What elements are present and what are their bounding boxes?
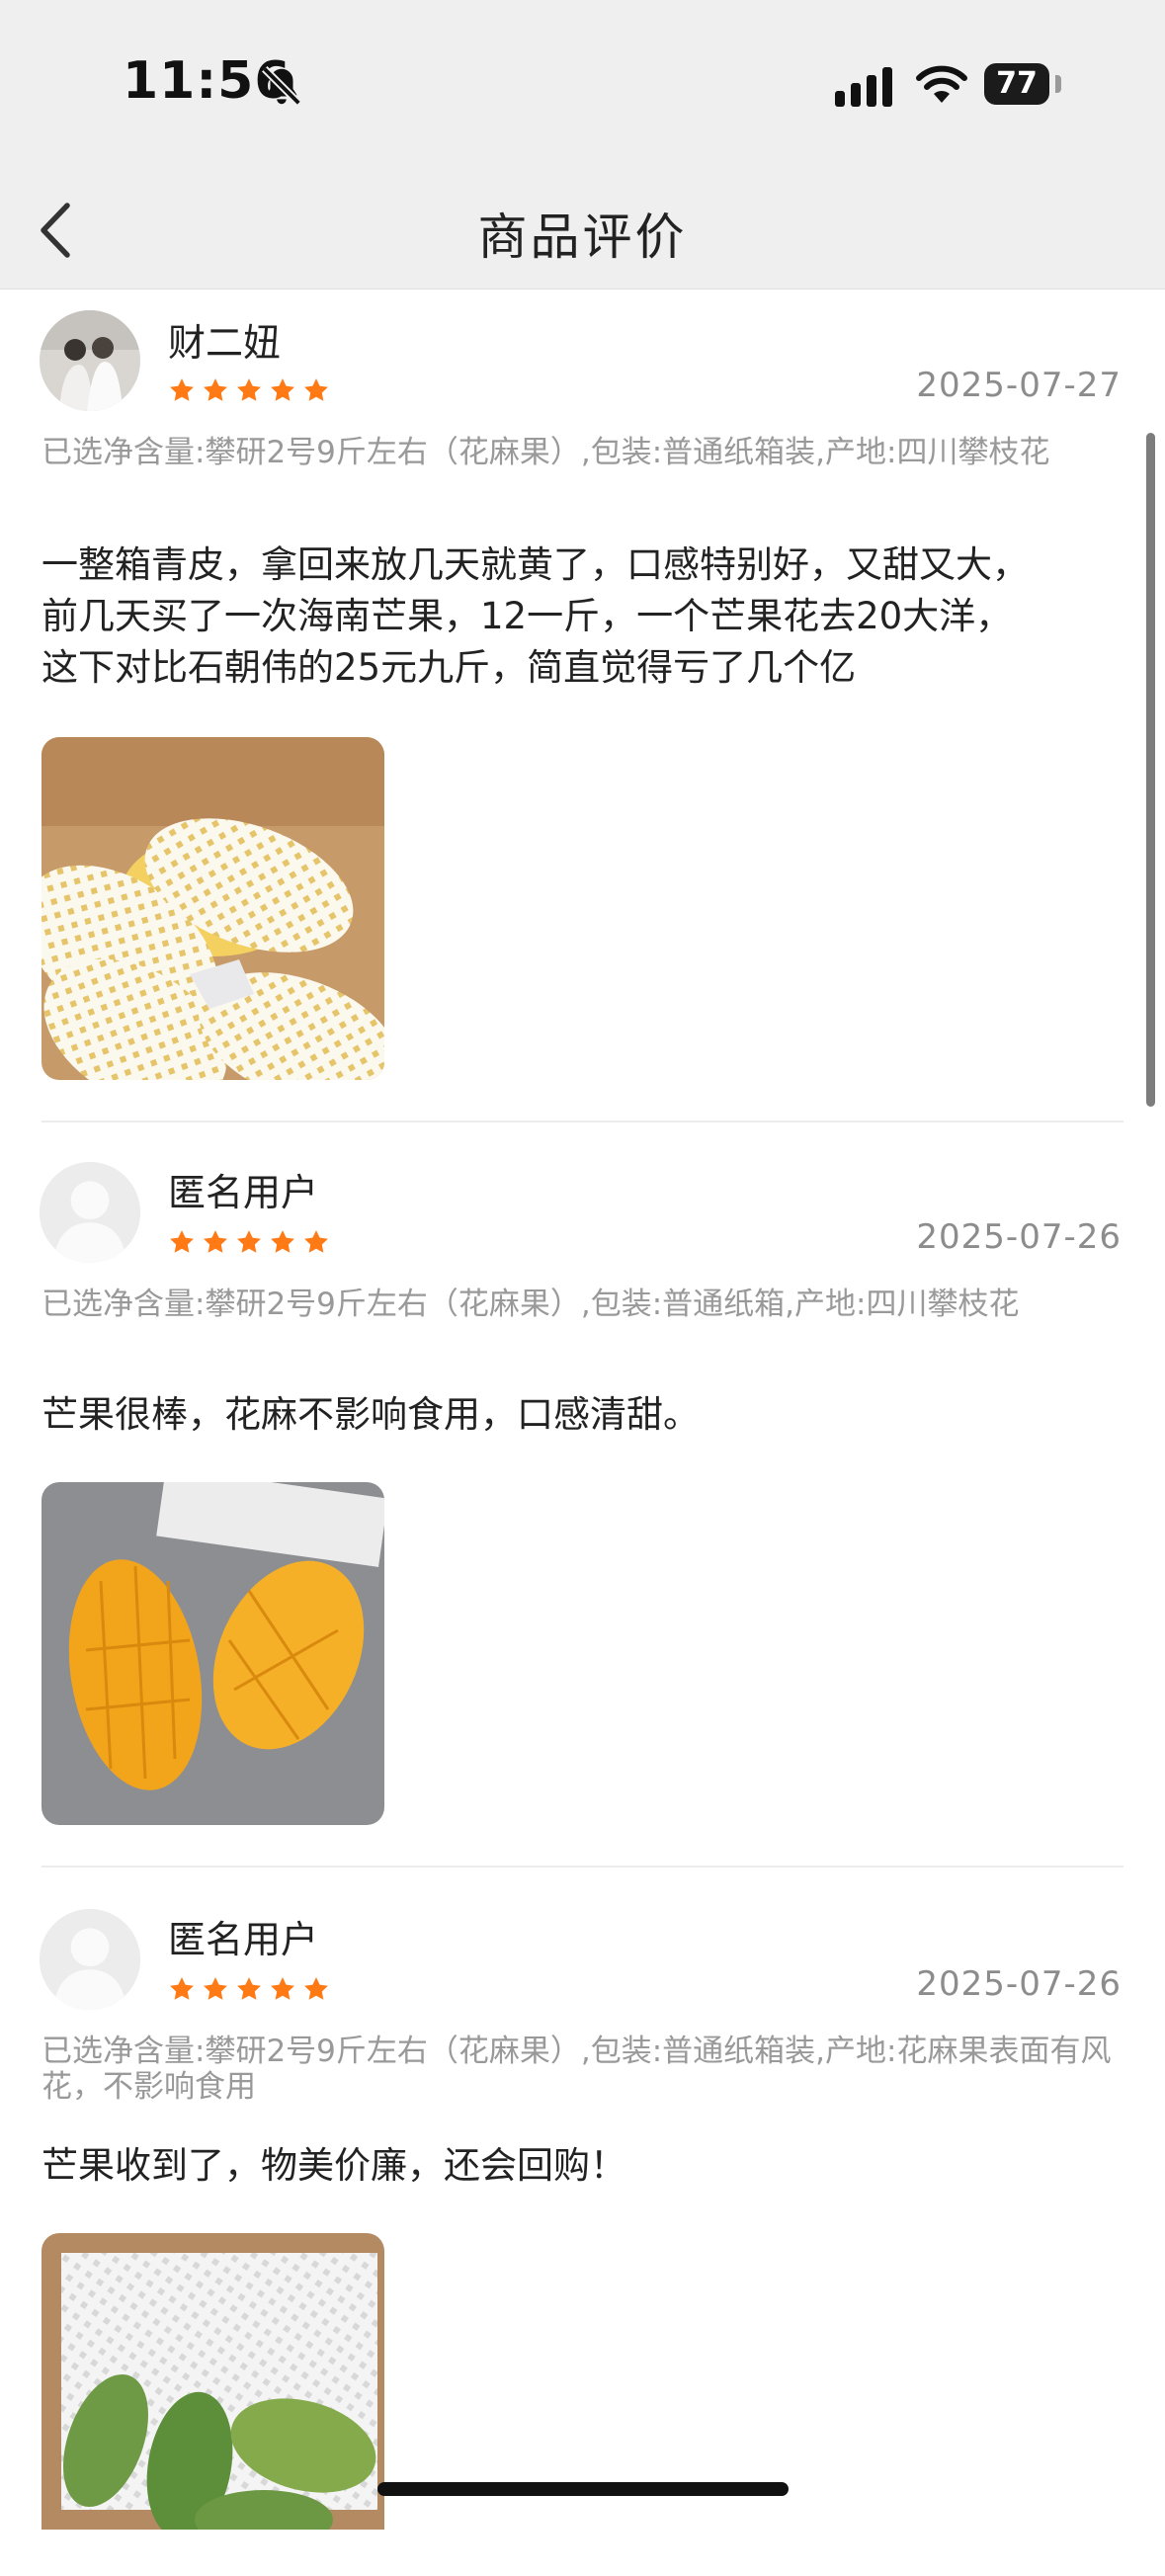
wifi-icon [916,65,967,103]
star-icon [170,1977,194,2000]
star-icon [204,1230,227,1253]
star-icon [304,1230,328,1253]
divider [42,1866,1123,1868]
default-avatar-icon [40,1162,140,1263]
username: 匿名用户 [168,1918,319,1961]
star-icon [237,1977,261,2000]
review-text-line: 一整箱青皮，拿回来放几天就黄了，口感特别好，又甜又大， [42,543,1029,586]
divider [42,1121,1123,1122]
review-photo[interactable] [42,2233,384,2576]
review-photo[interactable] [42,737,384,1080]
status-bar: 11:56 77 [0,0,1165,168]
star-icon [204,378,227,401]
avatar[interactable] [40,310,140,411]
rating-stars [170,1230,328,1253]
rating-stars [170,1977,328,2000]
review-photo[interactable] [42,1482,384,1825]
review-text: 一整箱青皮，拿回来放几天就黄了，口感特别好，又甜又大， 前几天买了一次海南芒果，… [42,540,1128,694]
user-photo-icon [40,310,140,411]
star-icon [170,1230,194,1253]
cellular-signal-icon [835,67,892,107]
default-avatar-icon [40,1909,140,2010]
home-indicator[interactable] [377,2482,789,2496]
review-text-line: 芒果收到了，物美价廉，还会回购！ [42,2144,626,2187]
battery-icon: 77 [984,63,1049,105]
nav-bar: 商品评价 [0,168,1165,290]
page-title: 商品评价 [477,208,688,266]
review-text: 芒果很棒，花麻不影响食用，口感清甜。 [42,1389,1128,1441]
review-text-line: 芒果很棒，花麻不影响食用，口感清甜。 [42,1393,700,1436]
review-spec: 已选净含量:攀研2号9斤左右（花麻果）,包装:普通纸箱装,产地:四川攀枝花 [42,435,1050,470]
star-icon [237,1230,261,1253]
scrollbar[interactable] [1146,433,1155,1107]
review-spec: 已选净含量:攀研2号9斤左右（花麻果）,包装:普通纸箱装,产地:花麻果表面有风花… [42,2034,1112,2105]
review-date: 2025-07-26 [916,1964,1122,2004]
star-icon [271,1977,294,2000]
star-icon [204,1977,227,2000]
star-icon [237,378,261,401]
review-date: 2025-07-27 [916,366,1122,405]
star-icon [271,378,294,401]
star-icon [304,378,328,401]
rating-stars [170,378,328,401]
review-spec: 已选净含量:攀研2号9斤左右（花麻果）,包装:普通纸箱,产地:四川攀枝花 [42,1287,1020,1322]
bell-slash-icon [262,66,301,106]
star-icon [304,1977,328,2000]
star-icon [170,378,194,401]
review-text-line: 前几天买了一次海南芒果，12一斤，一个芒果花去20大洋， [42,595,1013,637]
review-date: 2025-07-26 [916,1217,1122,1257]
username: 匿名用户 [168,1171,319,1214]
avatar[interactable] [40,1162,140,1263]
review-text: 芒果收到了，物美价廉，还会回购！ [42,2140,1128,2192]
battery-cap [1055,75,1061,93]
star-icon [271,1230,294,1253]
review-text-line: 这下对比石朝伟的25元九斤，简直觉得亏了几个亿 [42,646,857,689]
avatar[interactable] [40,1909,140,2010]
username: 财二妞 [168,321,282,365]
